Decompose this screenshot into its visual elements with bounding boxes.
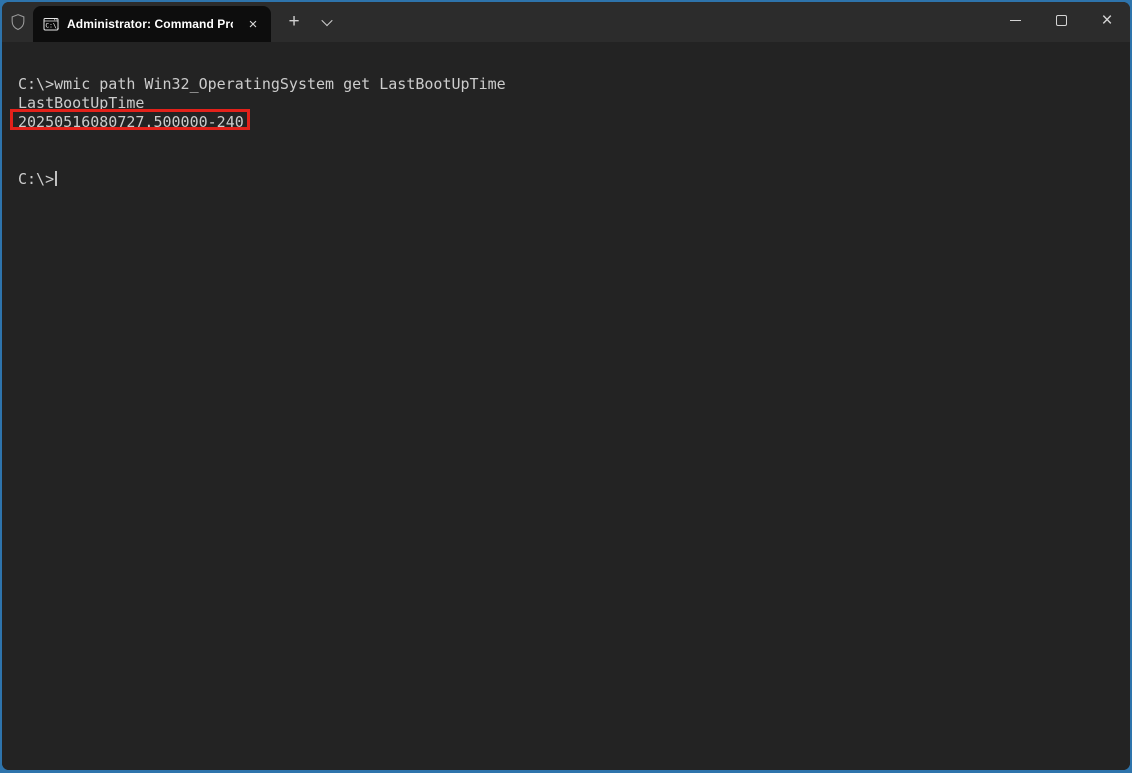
maximize-square-icon (1055, 14, 1067, 26)
new-tab-button[interactable]: + (279, 9, 309, 35)
close-window-button[interactable]: × (1084, 2, 1130, 38)
titlebar-drag-region[interactable] (342, 2, 992, 42)
terminal-command-line: C:\>wmic path Win32_OperatingSystem get … (18, 75, 506, 93)
tab-title: Administrator: Command Prompt (67, 17, 233, 31)
tab-close-button[interactable]: × (241, 12, 265, 36)
close-icon: × (1101, 9, 1113, 31)
minimize-dash-icon (1009, 19, 1021, 21)
text-cursor (55, 171, 57, 186)
svg-text:C:\_: C:\_ (45, 22, 59, 29)
title-bar: C:\_ Administrator: Command Prompt × + × (2, 2, 1130, 42)
maximize-button[interactable] (1038, 2, 1084, 38)
prompt-text: C:\> (18, 170, 55, 188)
chevron-down-icon (321, 14, 333, 27)
admin-shield-icon (2, 2, 33, 42)
tab-command-prompt[interactable]: C:\_ Administrator: Command Prompt × (33, 6, 271, 42)
tab-dropdown-button[interactable] (312, 9, 342, 35)
terminal-window: C:\_ Administrator: Command Prompt × + ×… (2, 2, 1130, 770)
terminal-prompt-line: C:\> (18, 170, 1130, 189)
terminal-output-header: LastBootUpTime (18, 94, 145, 112)
terminal-output-value: 20250516080727.500000-240 (18, 113, 244, 131)
cmd-icon: C:\_ (43, 18, 59, 31)
minimize-button[interactable] (992, 2, 1038, 38)
terminal-screen[interactable]: C:\>wmic path Win32_OperatingSystem get … (2, 42, 1130, 770)
